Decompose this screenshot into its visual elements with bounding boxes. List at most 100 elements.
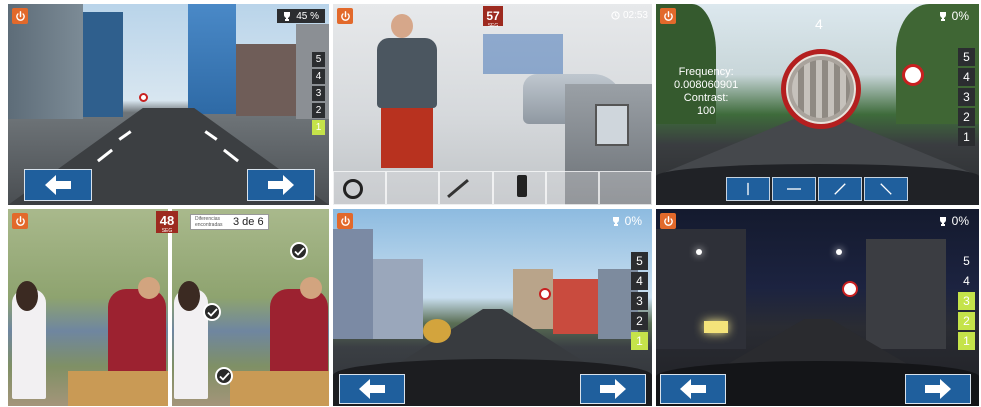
mechanic-body: [377, 38, 437, 108]
power-button[interactable]: [660, 8, 676, 24]
game-panel-spot-differences: 48 SEG Diferencias encontradas 3 de 6: [8, 209, 329, 406]
power-button[interactable]: [660, 213, 676, 229]
check-icon: [218, 371, 230, 381]
contrast-label: Contrast:: [683, 92, 729, 104]
level-5: 5: [312, 52, 325, 67]
level-2: 2: [631, 312, 648, 330]
house-right-red-roof: [553, 279, 598, 334]
phone-tool: [517, 175, 527, 197]
game-panel-village-road: 0% 5 4 3 2 1: [333, 209, 652, 406]
building-right-glass: [188, 4, 236, 114]
level-2-active: 2: [958, 312, 975, 330]
diagonal-left-icon: [880, 183, 892, 195]
level-indicator: 5 4 3 2 1: [958, 252, 975, 350]
picnic-blanket-right: [230, 371, 329, 406]
score-value: 0%: [624, 214, 642, 228]
man-head-right-image: [300, 277, 322, 299]
building-left-glass: [83, 12, 123, 117]
left-arrow-button[interactable]: [24, 169, 92, 201]
man-left-image: [108, 289, 166, 379]
level-4: 4: [631, 272, 648, 290]
timer-unit: SEG: [487, 23, 499, 29]
score-value: 45 %: [296, 10, 319, 22]
level-indicator: 5 4 3 2 1: [631, 252, 648, 350]
building-right: [236, 44, 296, 116]
timer-value: 48: [159, 213, 175, 228]
arrow-right-icon: [268, 175, 294, 195]
tool-slot[interactable]: [545, 171, 599, 205]
woman-hair-left-image: [16, 281, 38, 311]
level-5: 5: [958, 48, 975, 66]
score-display: 0%: [933, 9, 975, 23]
orientation-vertical-button[interactable]: [726, 177, 770, 201]
score-display: 0%: [606, 214, 648, 228]
timer-unit: SEG: [161, 228, 173, 234]
frequency-value: 0.008060901: [674, 79, 739, 91]
level-2: 2: [958, 108, 975, 126]
vertical-line-icon: [747, 182, 749, 196]
right-arrow-button[interactable]: [247, 169, 315, 201]
left-arrow-button[interactable]: [339, 374, 405, 404]
game-panel-workshop: 57 SEG 02:53: [333, 4, 652, 205]
arrow-left-icon: [359, 379, 385, 399]
found-difference-marker: [215, 367, 233, 385]
man-right-image: [270, 289, 328, 379]
score-value: 0%: [951, 214, 969, 228]
road-sign: [902, 64, 924, 86]
score-display: 0%: [933, 214, 975, 228]
elapsed-clock: 02:53: [611, 10, 648, 21]
level-3: 3: [631, 292, 648, 310]
street-light: [836, 249, 842, 255]
level-3: 3: [312, 86, 325, 101]
power-icon: [15, 215, 25, 226]
house-left-2: [373, 259, 423, 339]
power-icon: [663, 10, 673, 21]
power-icon: [340, 215, 350, 226]
trophy-icon: [284, 11, 291, 21]
trophy-icon: [939, 11, 946, 21]
contrast-value: 100: [696, 105, 716, 117]
power-button[interactable]: [12, 213, 28, 229]
power-button[interactable]: [337, 213, 353, 229]
timer-value: 57: [486, 9, 500, 23]
power-icon: [663, 215, 673, 226]
horizontal-line-icon: [787, 188, 801, 190]
power-button[interactable]: [337, 8, 353, 24]
trial-number: 4: [815, 16, 823, 32]
orientation-diagonal-right-button[interactable]: [818, 177, 862, 201]
found-difference-marker: [290, 242, 308, 260]
score-value: 0%: [951, 9, 969, 23]
frequency-label: Frequency:: [678, 66, 734, 78]
hay-bale-obstacle: [423, 319, 451, 343]
road-barrier-lights: [704, 321, 728, 333]
tool-slot[interactable]: [439, 171, 493, 205]
level-5: 5: [631, 252, 648, 270]
countdown-timer: 57 SEG: [483, 6, 503, 29]
level-1-active: 1: [631, 332, 648, 350]
tool-slot[interactable]: [598, 171, 652, 205]
check-icon: [293, 246, 305, 256]
gabor-patch-sign: [781, 49, 861, 129]
tool-slot[interactable]: [386, 171, 440, 205]
level-2: 2: [312, 103, 325, 118]
arrow-left-icon: [45, 175, 71, 195]
building-left-night: [656, 229, 746, 349]
gabor-stripes: [792, 60, 850, 118]
arrow-right-icon: [925, 379, 951, 399]
right-arrow-button[interactable]: [580, 374, 646, 404]
left-arrow-button[interactable]: [660, 374, 726, 404]
street-light: [696, 249, 702, 255]
level-3: 3: [958, 88, 975, 106]
level-1-active: 1: [958, 332, 975, 350]
arrow-right-icon: [600, 379, 626, 399]
differences-counter: Diferencias encontradas 3 de 6: [190, 214, 269, 230]
level-indicator: 5 4 3 2 1: [958, 48, 975, 146]
level-1-active: 1: [312, 120, 325, 135]
orientation-horizontal-button[interactable]: [772, 177, 816, 201]
orientation-diagonal-left-button[interactable]: [864, 177, 908, 201]
right-arrow-button[interactable]: [905, 374, 971, 404]
tire-tool: [343, 179, 363, 199]
power-button[interactable]: [12, 8, 28, 24]
road-sign: [539, 288, 551, 300]
woman-hair-right-image: [178, 281, 200, 311]
